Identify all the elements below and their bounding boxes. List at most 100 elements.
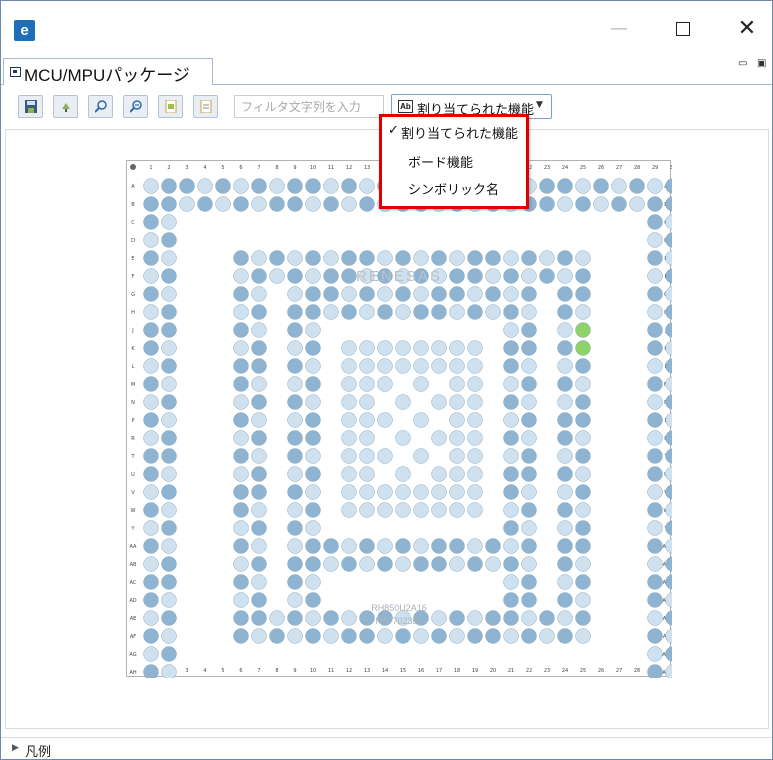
- package-pin[interactable]: [503, 304, 519, 320]
- package-pin[interactable]: [251, 466, 267, 482]
- package-pin[interactable]: [503, 394, 519, 410]
- package-pin[interactable]: [143, 556, 159, 572]
- package-pin[interactable]: [287, 556, 303, 572]
- package-pin[interactable]: [251, 196, 267, 212]
- package-pin[interactable]: [647, 502, 663, 518]
- package-pin[interactable]: [449, 250, 465, 266]
- package-pin[interactable]: [215, 196, 231, 212]
- package-pin[interactable]: [539, 250, 555, 266]
- package-pin[interactable]: [467, 484, 483, 500]
- package-pin[interactable]: [233, 520, 249, 536]
- package-pin[interactable]: [269, 178, 285, 194]
- package-pin[interactable]: [521, 322, 537, 338]
- menu-item-symbolic-name[interactable]: シンボリック名: [382, 175, 526, 201]
- package-pin[interactable]: [665, 196, 673, 212]
- package-pin[interactable]: [359, 430, 375, 446]
- package-pin[interactable]: [485, 556, 501, 572]
- package-pin[interactable]: [143, 376, 159, 392]
- package-pin[interactable]: [521, 448, 537, 464]
- package-pin[interactable]: [359, 196, 375, 212]
- package-pin[interactable]: [251, 304, 267, 320]
- package-pin[interactable]: [161, 610, 177, 626]
- package-pin[interactable]: [575, 412, 591, 428]
- package-pin[interactable]: [287, 250, 303, 266]
- package-pin[interactable]: [521, 250, 537, 266]
- package-pin[interactable]: [575, 556, 591, 572]
- package-pin[interactable]: [323, 538, 339, 554]
- package-pin[interactable]: [665, 430, 673, 446]
- package-pin[interactable]: [395, 250, 411, 266]
- package-pin[interactable]: [665, 610, 673, 626]
- package-pin[interactable]: [647, 466, 663, 482]
- package-pin[interactable]: [557, 322, 573, 338]
- package-pin[interactable]: [521, 538, 537, 554]
- package-pin[interactable]: [467, 250, 483, 266]
- package-pin[interactable]: [143, 538, 159, 554]
- package-pin[interactable]: [665, 538, 673, 554]
- package-pin[interactable]: [557, 466, 573, 482]
- package-pin[interactable]: [377, 484, 393, 500]
- package-pin[interactable]: [503, 340, 519, 356]
- package-pin[interactable]: [287, 304, 303, 320]
- package-pin[interactable]: [161, 358, 177, 374]
- package-pin[interactable]: [395, 394, 411, 410]
- package-pin[interactable]: [341, 412, 357, 428]
- package-pin[interactable]: [233, 502, 249, 518]
- package-pin[interactable]: [575, 394, 591, 410]
- package-pin[interactable]: [359, 448, 375, 464]
- package-pin[interactable]: [341, 286, 357, 302]
- package-pin[interactable]: [287, 268, 303, 284]
- package-pin[interactable]: [143, 322, 159, 338]
- package-pin[interactable]: [647, 610, 663, 626]
- package-pin[interactable]: [305, 520, 321, 536]
- package-pin[interactable]: [233, 628, 249, 644]
- package-pin[interactable]: [161, 268, 177, 284]
- package-pin[interactable]: [449, 412, 465, 428]
- maximize-button[interactable]: [663, 15, 703, 43]
- package-pin[interactable]: [305, 340, 321, 356]
- package-pin[interactable]: [287, 286, 303, 302]
- package-pin[interactable]: [251, 358, 267, 374]
- package-pin[interactable]: [323, 196, 339, 212]
- package-pin[interactable]: [431, 430, 447, 446]
- package-pin[interactable]: [647, 484, 663, 500]
- package-pin[interactable]: [341, 484, 357, 500]
- package-pin[interactable]: [467, 358, 483, 374]
- package-pin[interactable]: [233, 430, 249, 446]
- package-pin[interactable]: [305, 484, 321, 500]
- package-pin[interactable]: [143, 646, 159, 662]
- package-pin[interactable]: [503, 358, 519, 374]
- package-pin[interactable]: [665, 250, 673, 266]
- package-pin[interactable]: [557, 376, 573, 392]
- package-pin[interactable]: [431, 304, 447, 320]
- package-pin[interactable]: [161, 520, 177, 536]
- package-pin[interactable]: [287, 610, 303, 626]
- package-pin[interactable]: [251, 322, 267, 338]
- package-pin[interactable]: [449, 430, 465, 446]
- package-pin[interactable]: [305, 358, 321, 374]
- package-pin[interactable]: [161, 484, 177, 500]
- package-pin[interactable]: [233, 304, 249, 320]
- package-pin[interactable]: [251, 484, 267, 500]
- package-pin[interactable]: [395, 466, 411, 482]
- package-pin[interactable]: [377, 448, 393, 464]
- menu-item-board-function[interactable]: ボード機能: [382, 148, 526, 174]
- package-pin[interactable]: [161, 304, 177, 320]
- package-pin[interactable]: [161, 376, 177, 392]
- package-pin[interactable]: [557, 286, 573, 302]
- package-pin[interactable]: [269, 196, 285, 212]
- package-pin[interactable]: [413, 376, 429, 392]
- package-pin[interactable]: [647, 358, 663, 374]
- package-pin[interactable]: [161, 250, 177, 266]
- package-pin[interactable]: [647, 664, 663, 679]
- package-pin[interactable]: [323, 268, 339, 284]
- package-pin[interactable]: [377, 628, 393, 644]
- package-pin[interactable]: [521, 340, 537, 356]
- package-pin[interactable]: [575, 448, 591, 464]
- package-pin[interactable]: [161, 232, 177, 248]
- package-pin[interactable]: [305, 592, 321, 608]
- package-pin[interactable]: [467, 556, 483, 572]
- package-pin[interactable]: [575, 628, 591, 644]
- package-pin[interactable]: [647, 448, 663, 464]
- package-pin[interactable]: [143, 232, 159, 248]
